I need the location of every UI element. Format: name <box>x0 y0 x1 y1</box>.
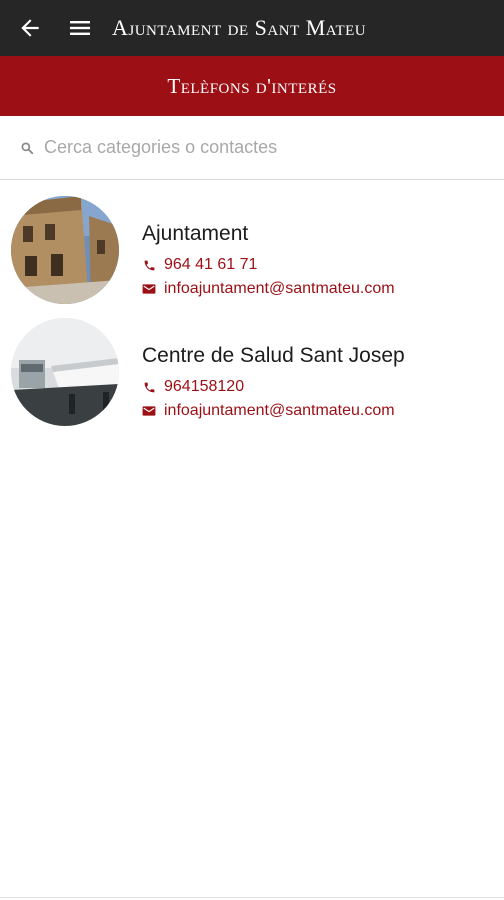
email-icon <box>142 404 156 418</box>
phone-icon <box>142 380 156 394</box>
contact-phone[interactable]: 964158120 <box>142 378 244 396</box>
section-header: Telèfons d'interés <box>0 56 504 116</box>
contact-list: Ajuntament 964 41 61 71 infoajuntament@s… <box>0 180 504 448</box>
contact-phone-text: 964 41 61 71 <box>164 256 258 273</box>
top-app-bar: Ajuntament de Sant Mateu <box>0 0 504 56</box>
contact-email-text: infoajuntament@santmateu.com <box>164 402 395 419</box>
contact-item[interactable]: Centre de Salud Sant Josep 964158120 inf… <box>0 318 504 448</box>
clinic-room-photo <box>11 318 119 426</box>
section-title: Telèfons d'interés <box>167 73 337 98</box>
contact-email[interactable]: infoajuntament@santmateu.com <box>142 402 395 420</box>
avatar <box>11 196 119 304</box>
contact-phone-text: 964158120 <box>164 378 245 395</box>
bottom-divider <box>0 897 504 898</box>
hamburger-menu-icon <box>70 21 90 35</box>
contact-name: Centre de Salud Sant Josep <box>142 344 405 367</box>
search-bar <box>0 116 504 180</box>
back-button[interactable] <box>0 0 60 56</box>
phone-icon <box>142 258 156 272</box>
avatar <box>11 318 119 426</box>
email-icon <box>142 282 156 296</box>
search-input[interactable] <box>44 137 484 158</box>
contact-email-text: infoajuntament@santmateu.com <box>164 280 395 297</box>
contact-item[interactable]: Ajuntament 964 41 61 71 infoajuntament@s… <box>0 180 504 318</box>
menu-button[interactable] <box>60 0 100 56</box>
contact-name: Ajuntament <box>142 222 249 245</box>
contact-phone[interactable]: 964 41 61 71 <box>142 256 257 274</box>
contact-email[interactable]: infoajuntament@santmateu.com <box>142 280 395 298</box>
search-icon <box>21 141 34 154</box>
town-hall-street-photo <box>11 196 119 304</box>
app-title: Ajuntament de Sant Mateu <box>112 15 367 40</box>
arrow-left-icon <box>21 19 39 37</box>
